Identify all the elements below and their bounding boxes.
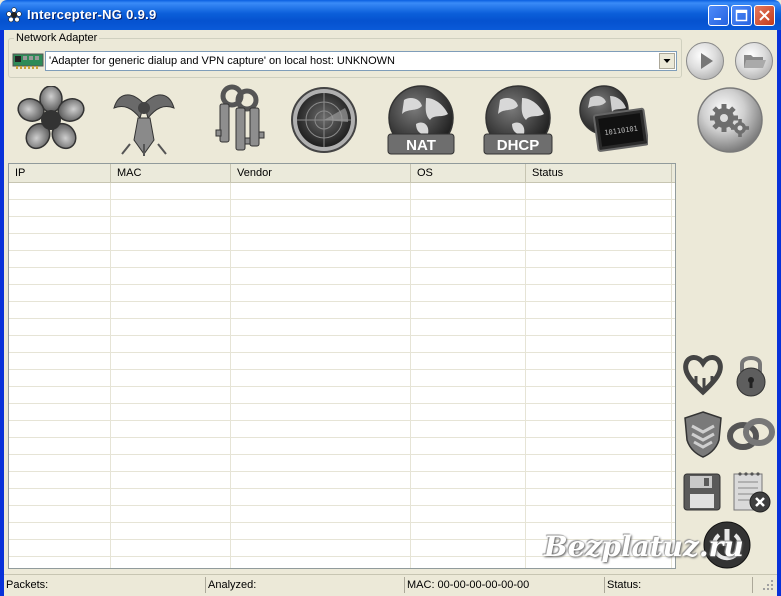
adapter-dropdown[interactable]: 'Adapter for generic dialup and VPN capt… — [45, 51, 677, 71]
nat-globe-icon[interactable]: NAT — [386, 84, 456, 156]
status-packets: Packets: — [4, 577, 206, 593]
phoenix-icon[interactable] — [110, 84, 178, 156]
status-analyzed: Analyzed: — [206, 577, 405, 593]
column-header-os[interactable]: OS — [411, 164, 526, 182]
status-text: Status: — [605, 577, 753, 593]
dropdown-arrow-button[interactable] — [659, 53, 675, 69]
column-header-status[interactable]: Status — [526, 164, 672, 182]
minimize-button[interactable] — [708, 5, 729, 26]
heartbleed-icon[interactable] — [682, 352, 724, 396]
window-frame-left — [0, 30, 4, 596]
table-header: IP MAC Vendor OS Status — [9, 164, 675, 183]
maximize-button[interactable] — [731, 5, 752, 26]
chevron-down-icon — [663, 59, 671, 63]
open-file-button[interactable] — [735, 42, 773, 80]
hosts-table[interactable]: IP MAC Vendor OS Status — [8, 163, 676, 569]
start-capture-button[interactable] — [686, 42, 724, 80]
status-mac: MAC: 00-00-00-00-00-00 — [405, 577, 605, 593]
keys-icon[interactable] — [212, 84, 266, 156]
settings-gear-icon[interactable] — [696, 86, 764, 154]
close-button[interactable] — [754, 5, 775, 26]
rings-icon[interactable] — [726, 414, 776, 454]
network-adapter-label: Network Adapter — [14, 32, 100, 44]
flower-icon[interactable] — [16, 86, 86, 156]
watermark-text: Bezplatuz.ru — [544, 530, 744, 563]
play-icon — [701, 53, 713, 69]
dhcp-globe-icon[interactable]: DHCP — [482, 84, 554, 156]
clear-notepad-icon[interactable] — [730, 470, 772, 514]
minimize-icon — [714, 18, 721, 20]
app-icon — [6, 7, 22, 23]
close-icon — [759, 10, 770, 21]
nat-label: NAT — [406, 137, 436, 154]
adapter-selected-value: 'Adapter for generic dialup and VPN capt… — [49, 55, 395, 67]
column-divider — [110, 183, 111, 568]
column-divider — [410, 183, 411, 568]
column-divider — [525, 183, 526, 568]
status-bar: Packets: Analyzed: MAC: 00-00-00-00-00-0… — [4, 574, 777, 595]
dhcp-label: DHCP — [497, 137, 540, 154]
padlock-icon[interactable] — [732, 352, 770, 398]
column-header-mac[interactable]: MAC — [111, 164, 231, 182]
table-rows[interactable] — [9, 183, 675, 568]
column-header-vendor[interactable]: Vendor — [231, 164, 411, 182]
maximize-icon — [735, 9, 748, 22]
network-card-icon — [12, 53, 44, 69]
window-title: Intercepter-NG 0.9.9 — [27, 7, 157, 22]
title-bar[interactable]: Intercepter-NG 0.9.9 — [0, 0, 781, 30]
shield-icon[interactable] — [682, 410, 724, 458]
folder-open-icon — [744, 55, 766, 68]
network-terminal-icon[interactable]: 10110101 — [574, 84, 648, 156]
column-header-ip[interactable]: IP — [9, 164, 111, 182]
floppy-disk-icon[interactable] — [682, 472, 722, 512]
column-divider — [230, 183, 231, 568]
window-frame-right — [777, 30, 781, 596]
column-divider — [671, 183, 672, 568]
radar-icon[interactable] — [290, 86, 358, 154]
resize-grip-icon[interactable] — [762, 579, 774, 591]
